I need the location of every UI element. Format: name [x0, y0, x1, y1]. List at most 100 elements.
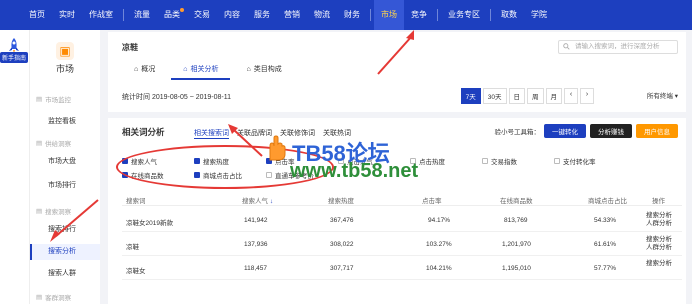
- checkbox-click-popularity[interactable]: 点击人气: [338, 156, 373, 166]
- next-arrow-icon[interactable]: ›: [580, 88, 594, 104]
- subtab-related-search[interactable]: 相关搜索词: [194, 128, 229, 139]
- sidebar-item-search-ranking[interactable]: 搜索排行: [30, 222, 100, 238]
- nav-service[interactable]: 服务: [247, 0, 277, 30]
- col-heat[interactable]: 搜索热度: [328, 195, 354, 205]
- checkbox-unchecked-icon: [338, 158, 344, 164]
- date-month-button[interactable]: 月: [545, 88, 562, 104]
- checkbox-label: 点击人气: [347, 159, 373, 166]
- crowd-analysis-link[interactable]: 人群分析: [646, 220, 672, 227]
- search-analysis-link[interactable]: 搜索分析: [646, 236, 672, 243]
- nav-business-zone[interactable]: 业务专区: [441, 0, 487, 30]
- nav-category-label: 品类: [164, 10, 180, 19]
- date-7days-button[interactable]: 7天: [460, 88, 481, 104]
- analysis-button[interactable]: 分析赚钱: [590, 124, 632, 138]
- cell-online-items: 1,195,010: [502, 265, 531, 272]
- tab-category-composition[interactable]: ⌂ 类目构成: [234, 60, 293, 80]
- nav-separator: [123, 9, 124, 21]
- cell-word: 凉鞋女2019新款: [126, 220, 173, 227]
- sidebar-item-market-overview[interactable]: 市场大盘: [30, 154, 100, 170]
- one-click-convert-button[interactable]: 一键转化: [544, 124, 586, 138]
- new-user-guide-badge[interactable]: 新手指南: [0, 52, 29, 63]
- analysis-tabs: ⌂ 概况 ⌂ 相关分析 ⌂ 类目构成: [122, 60, 294, 80]
- col-search-word: 搜索词: [126, 198, 146, 205]
- checkbox-label: 支付转化率: [563, 159, 596, 166]
- crowd-analysis-link[interactable]: 人群分析: [646, 244, 672, 251]
- nav-category[interactable]: 品类: [157, 0, 187, 30]
- tab-overview[interactable]: ⌂ 概况: [122, 60, 167, 80]
- sidebar-group-label: 市场监控: [45, 97, 72, 104]
- sidebar-item-search-crowd[interactable]: 搜索人群: [30, 266, 100, 282]
- checkbox-payment-conversion[interactable]: 支付转化率: [554, 156, 596, 166]
- terminal-select[interactable]: 所有终端 ▾: [647, 90, 678, 100]
- nav-academy[interactable]: 学院: [524, 0, 554, 30]
- col-popularity[interactable]: 搜索人气 ↓: [242, 195, 273, 205]
- cell-online-items: 813,769: [504, 217, 528, 224]
- nav-warroom[interactable]: 作战室: [82, 0, 120, 30]
- cell-ctr: 103.27%: [426, 241, 452, 248]
- row-operations: 搜索分析 人群分析: [646, 212, 672, 228]
- cell-ctr: 104.21%: [426, 265, 452, 272]
- prev-arrow-icon[interactable]: ‹: [564, 88, 578, 104]
- subtab-hot-words[interactable]: 关联热词: [323, 128, 351, 139]
- search-icon: [563, 43, 570, 55]
- checkbox-label: 交易指数: [491, 159, 517, 166]
- nav-finance[interactable]: 财务: [337, 0, 367, 30]
- date-range-selector: 7天 30天 日 周 月 ‹ ›: [460, 88, 594, 104]
- date-30days-button[interactable]: 30天: [482, 88, 507, 104]
- checkbox-unchecked-icon: [482, 158, 488, 164]
- sidebar-menu: ▣ 市场 ▤ 市场监控 监控看板 ▤ 供给洞察 市场大盘 市场排行 ▤ 搜索洞察 搜索…: [30, 30, 100, 304]
- cell-heat: 307,717: [330, 265, 354, 272]
- col-mall-ratio[interactable]: 商城点击占比: [588, 195, 627, 205]
- search-input[interactable]: 请输入搜索词，进行深度分析: [558, 40, 678, 54]
- nav-realtime[interactable]: 实时: [52, 0, 82, 30]
- top-navigation: 首页 实时 作战室 流量 品类 交易 内容 服务 营销 物流 财务 市场 竞争 …: [0, 0, 692, 30]
- tab-label: 相关分析: [190, 66, 219, 73]
- nav-separator: [490, 9, 491, 21]
- search-placeholder: 请输入搜索词，进行深度分析: [575, 43, 660, 50]
- nav-home[interactable]: 首页: [22, 0, 52, 30]
- panel-title: 相关词分析: [122, 127, 165, 137]
- nav-traffic[interactable]: 流量: [127, 0, 157, 30]
- sidebar-group-search: ▤ 搜索洞察: [36, 206, 71, 216]
- search-analysis-link[interactable]: 搜索分析: [646, 212, 672, 219]
- sidebar-group-label: 客群洞察: [45, 295, 72, 302]
- cell-online-items: 1,201,970: [502, 241, 531, 248]
- date-week-button[interactable]: 周: [527, 88, 544, 104]
- sidebar-item-monitor-board[interactable]: 监控看板: [30, 114, 100, 130]
- sidebar: 新手指南 ▣ 市场 ▤ 市场监控 监控看板 ▤ 供给洞察 市场大盘 市场排行 ▤ 搜索…: [0, 30, 100, 304]
- terminal-label: 所有终端: [646, 93, 673, 100]
- nav-content[interactable]: 内容: [217, 0, 247, 30]
- table-row: 凉鞋女 118,457 307,717 104.21% 1,195,010 57…: [122, 256, 682, 280]
- sidebar-item-market-ranking[interactable]: 市场排行: [30, 178, 100, 194]
- nav-trade[interactable]: 交易: [187, 0, 217, 30]
- nav-marketing[interactable]: 营销: [277, 0, 307, 30]
- cell-mall-ratio: 61.61%: [594, 241, 617, 248]
- col-label: 搜索人气: [242, 198, 268, 205]
- nav-logistics[interactable]: 物流: [307, 0, 337, 30]
- cell-heat: 308,022: [330, 241, 354, 248]
- row-operations: 搜索分析 人群分析: [646, 236, 672, 252]
- category-icon: ⌂: [246, 65, 251, 73]
- sidebar-item-search-analysis[interactable]: 搜索分析: [30, 244, 100, 260]
- subtab-modifier-words[interactable]: 关联修饰词: [280, 128, 315, 139]
- date-day-button[interactable]: 日: [508, 88, 525, 104]
- tab-related-analysis[interactable]: ⌂ 相关分析: [171, 60, 231, 80]
- cell-word: 凉鞋: [126, 244, 139, 251]
- market-icon: ▣: [56, 42, 74, 60]
- cell-mall-ratio: 57.77%: [594, 265, 617, 272]
- col-online-items[interactable]: 在线商品数: [500, 195, 533, 205]
- nav-competition[interactable]: 竞争: [404, 0, 434, 30]
- user-info-button[interactable]: 用户信息: [636, 124, 678, 138]
- cell-word: 凉鞋女: [126, 268, 146, 275]
- checkbox-trade-index[interactable]: 交易指数: [482, 156, 517, 166]
- col-ctr[interactable]: 点击率: [422, 195, 442, 205]
- search-analysis-link[interactable]: 搜索分析: [646, 260, 672, 267]
- monitor-icon: ▤: [36, 96, 43, 103]
- checkbox-click-heat[interactable]: 点击热度: [410, 156, 445, 166]
- highlight-circle: [116, 145, 334, 189]
- customer-icon: ▤: [36, 294, 43, 301]
- nav-data-fetch[interactable]: 取数: [494, 0, 524, 30]
- subtab-brand-words[interactable]: 关联品牌词: [237, 128, 272, 139]
- cell-popularity: 141,942: [244, 217, 268, 224]
- nav-market[interactable]: 市场: [374, 0, 404, 30]
